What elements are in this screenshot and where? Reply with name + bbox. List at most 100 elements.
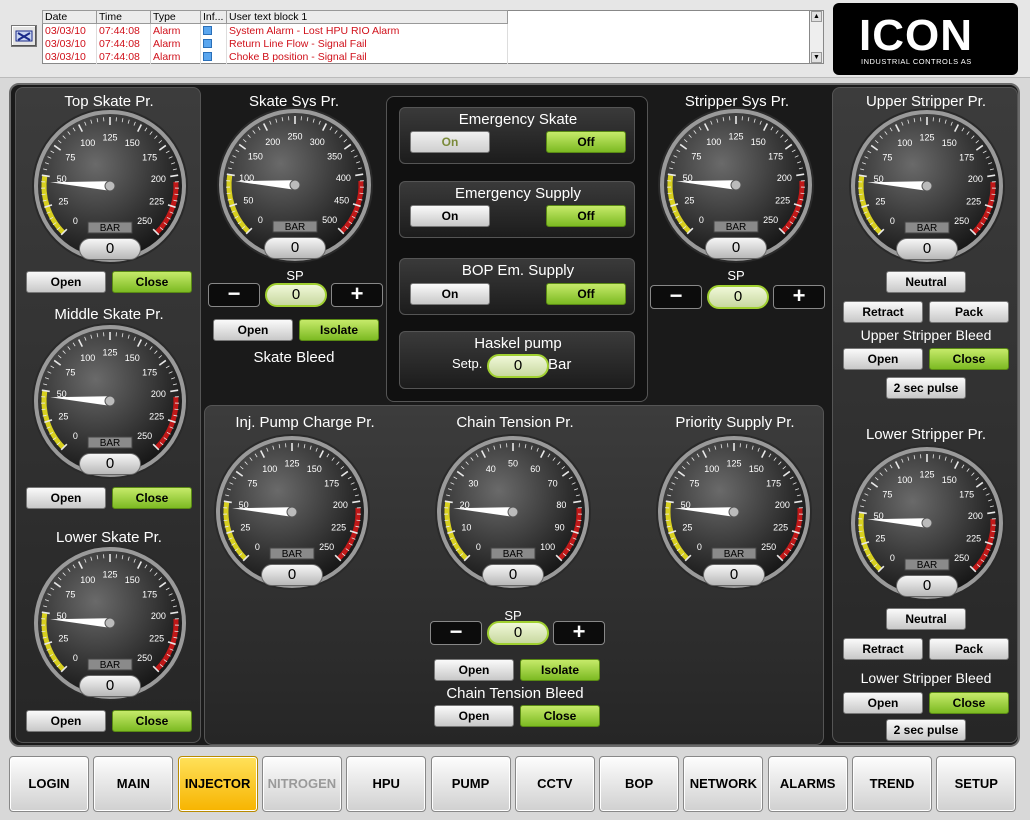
inj-pump-tick	[223, 519, 228, 522]
skate-sys-decrease-button[interactable]: −	[208, 283, 260, 307]
nav-button-pump[interactable]: PUMP	[430, 756, 511, 812]
lower-skate-close-button[interactable]: Close	[112, 710, 192, 732]
middle-skate-value: 0	[79, 453, 141, 475]
nav-button-main[interactable]: MAIN	[93, 756, 174, 812]
skate-sys-needle-hub	[289, 179, 301, 191]
nav-button-hpu[interactable]: HPU	[346, 756, 427, 812]
priority-supply-tick-label: 0	[697, 542, 702, 552]
alarm-row[interactable]: 03/03/10 07:44:08 Alarm System Alarm - L…	[42, 23, 508, 37]
upper-stripper-bleed-close-button[interactable]: Close	[929, 348, 1009, 370]
nav-button-nitrogen[interactable]: NITROGEN	[261, 756, 342, 812]
lower-skate-title: Lower Skate Pr.	[56, 529, 162, 546]
alarm-scrollbar[interactable]: ▲ ▼	[809, 10, 824, 64]
upper-stripper-pack-button[interactable]: Pack	[929, 301, 1009, 323]
lower-stripper-bleed-open-button[interactable]: Open	[843, 692, 923, 714]
lower-stripper-tick	[858, 530, 863, 533]
chain-tension-open-button[interactable]: Open	[434, 659, 514, 681]
skate-sys-tick-label: 50	[243, 196, 253, 206]
top-skate-open-button[interactable]: Open	[26, 271, 106, 293]
nav-button-alarms[interactable]: ALARMS	[767, 756, 848, 812]
column-header-type[interactable]: Type	[150, 9, 201, 25]
column-header-time[interactable]: Time	[96, 9, 151, 25]
middle-skate-open-button[interactable]: Open	[26, 487, 106, 509]
haskel-setpoint-input[interactable]: 0	[487, 354, 549, 378]
lower-skate-open-button[interactable]: Open	[26, 710, 106, 732]
chain-tension-isolate-button[interactable]: Isolate	[520, 659, 600, 681]
top-skate-close-button[interactable]: Close	[112, 271, 192, 293]
lower-stripper-tick-label: 0	[890, 553, 895, 563]
skate-pressure-panel: Top Skate Pr. 0 25 50 75 100 125 150 175 200 225 2…	[15, 87, 201, 743]
top-skate-tick-label: 25	[58, 197, 68, 207]
stripper-sys-tick	[667, 192, 672, 195]
stripper-sys-setpoint-input[interactable]: 0	[707, 285, 769, 309]
nav-button-injector[interactable]: INJECTOR	[177, 756, 258, 812]
stripper-sys-tick-label: 175	[768, 152, 783, 162]
bop-supply-off-button[interactable]: Off	[546, 283, 626, 305]
upper-stripper-neutral-button[interactable]: Neutral	[886, 271, 966, 293]
alarm-list[interactable]: Date Time Type Inf... User text block 1 …	[42, 9, 508, 64]
top-skate-tick	[41, 193, 46, 196]
lower-stripper-pack-button[interactable]: Pack	[929, 638, 1009, 660]
chain-tension-increase-button[interactable]: +	[553, 621, 605, 645]
lower-stripper-neutral-button[interactable]: Neutral	[886, 608, 966, 630]
emergency-supply-box: Emergency Supply On Off	[399, 181, 635, 238]
priority-supply-title: Priority Supply Pr.	[675, 414, 795, 431]
top-skate-tick-label: 225	[149, 197, 164, 207]
chain-tension-tick-label: 60	[530, 464, 540, 474]
column-header-text[interactable]: User text block 1	[226, 9, 508, 25]
nav-button-cctv[interactable]: CCTV	[514, 756, 595, 812]
chain-tension-decrease-button[interactable]: −	[430, 621, 482, 645]
upper-stripper-bleed-open-button[interactable]: Open	[843, 348, 923, 370]
skate-sys-tick-label: 250	[287, 132, 302, 142]
pump-pressure-panel: Inj. Pump Charge Pr. 0 25 50 75 100 125 150 175…	[204, 405, 824, 745]
nav-button-setup[interactable]: SETUP	[936, 756, 1017, 812]
skate-sys-increase-button[interactable]: +	[331, 283, 383, 307]
skate-sys-open-button[interactable]: Open	[213, 319, 293, 341]
middle-skate-close-button[interactable]: Close	[112, 487, 192, 509]
emergency-supply-off-button[interactable]: Off	[546, 205, 626, 227]
stripper-sys-increase-button[interactable]: +	[773, 285, 825, 309]
haskel-unit-label: Bar	[548, 356, 572, 373]
nav-button-trend[interactable]: TREND	[852, 756, 932, 812]
middle-skate-tick-label: 150	[125, 353, 140, 363]
chain-tension-setpoint-input[interactable]: 0	[487, 621, 549, 645]
upper-stripper-tick-label: 225	[966, 197, 981, 207]
bop-supply-title: BOP Em. Supply	[461, 262, 575, 279]
chain-tension-tick-label: 10	[461, 523, 471, 533]
middle-skate-tick-label: 75	[65, 368, 75, 378]
priority-supply-gauge: 0 25 50 75 100 125 150 175 200 225 250 BAR 0	[654, 434, 814, 594]
bop-supply-on-button[interactable]: On	[410, 283, 490, 305]
chain-tension-bleed-open-button[interactable]: Open	[434, 705, 514, 727]
scroll-down-icon[interactable]: ▼	[811, 52, 822, 63]
middle-skate-tick-label: 25	[58, 412, 68, 422]
stripper-sys-tick-label: 125	[728, 132, 743, 142]
lower-stripper-retract-button[interactable]: Retract	[843, 638, 923, 660]
upper-stripper-tick-label: 0	[890, 216, 895, 226]
alarm-row[interactable]: 03/03/10 07:44:08 Alarm Choke B position…	[42, 50, 508, 64]
scroll-up-icon[interactable]: ▲	[811, 11, 822, 22]
emergency-skate-on-button[interactable]: On	[410, 131, 490, 153]
nav-button-bop[interactable]: BOP	[599, 756, 680, 812]
column-header-info[interactable]: Inf...	[200, 9, 227, 25]
chain-tension-bleed-close-button[interactable]: Close	[520, 705, 600, 727]
stripper-sys-decrease-button[interactable]: −	[650, 285, 702, 309]
top-skate-tick-label: 200	[151, 174, 166, 184]
emergency-skate-off-button[interactable]: Off	[546, 131, 626, 153]
alarm-row[interactable]: 03/03/10 07:44:08 Alarm Return Line Flow…	[42, 37, 508, 51]
middle-skate-tick-label: 125	[102, 348, 117, 358]
nav-button-network[interactable]: NETWORK	[683, 756, 764, 812]
emergency-supply-on-button[interactable]: On	[410, 205, 490, 227]
lower-stripper-tick-label: 175	[959, 490, 974, 500]
skate-sys-setpoint-input[interactable]: 0	[265, 283, 327, 307]
acknowledge-button[interactable]	[11, 25, 37, 47]
nav-button-login[interactable]: LOGIN	[9, 756, 89, 812]
upper-stripper-pulse-button[interactable]: 2 sec pulse	[886, 377, 966, 399]
priority-supply-tick	[798, 519, 803, 522]
column-header-date[interactable]: Date	[42, 9, 97, 25]
upper-stripper-retract-button[interactable]: Retract	[843, 301, 923, 323]
lower-stripper-bleed-close-button[interactable]: Close	[929, 692, 1009, 714]
middle-skate-tick-label: 200	[151, 389, 166, 399]
lower-stripper-pulse-button[interactable]: 2 sec pulse	[886, 719, 966, 741]
chain-tension-tick	[444, 519, 449, 522]
skate-sys-isolate-button[interactable]: Isolate	[299, 319, 379, 341]
